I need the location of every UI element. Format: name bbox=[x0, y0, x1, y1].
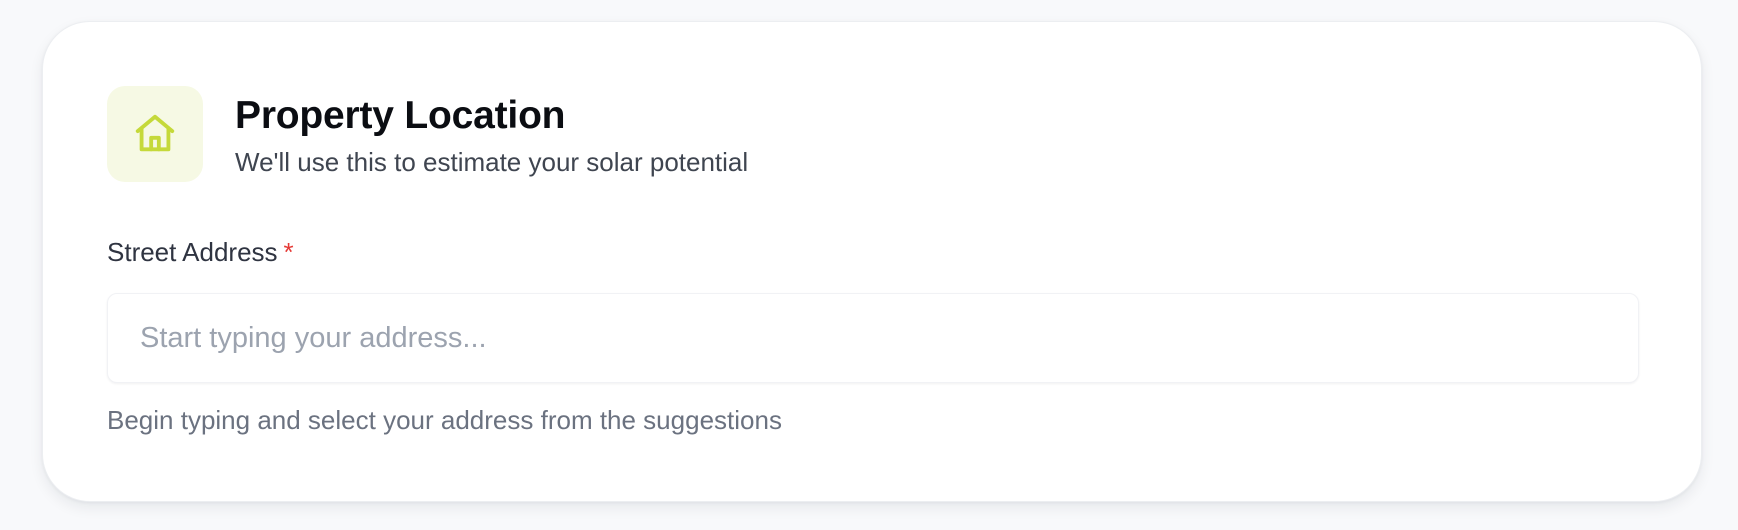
card-title: Property Location bbox=[235, 94, 566, 137]
street-address-input[interactable] bbox=[107, 293, 1639, 383]
card-subtitle: We'll use this to estimate your solar po… bbox=[235, 147, 749, 177]
street-address-label-text: Street Address bbox=[107, 237, 278, 267]
required-indicator: * bbox=[283, 237, 294, 267]
street-address-label: Street Address * bbox=[107, 235, 294, 269]
property-location-card: Property Location We'll use this to esti… bbox=[42, 21, 1702, 502]
home-icon-tile bbox=[107, 86, 203, 182]
address-hint: Begin typing and select your address fro… bbox=[107, 405, 782, 435]
home-icon bbox=[135, 114, 175, 152]
